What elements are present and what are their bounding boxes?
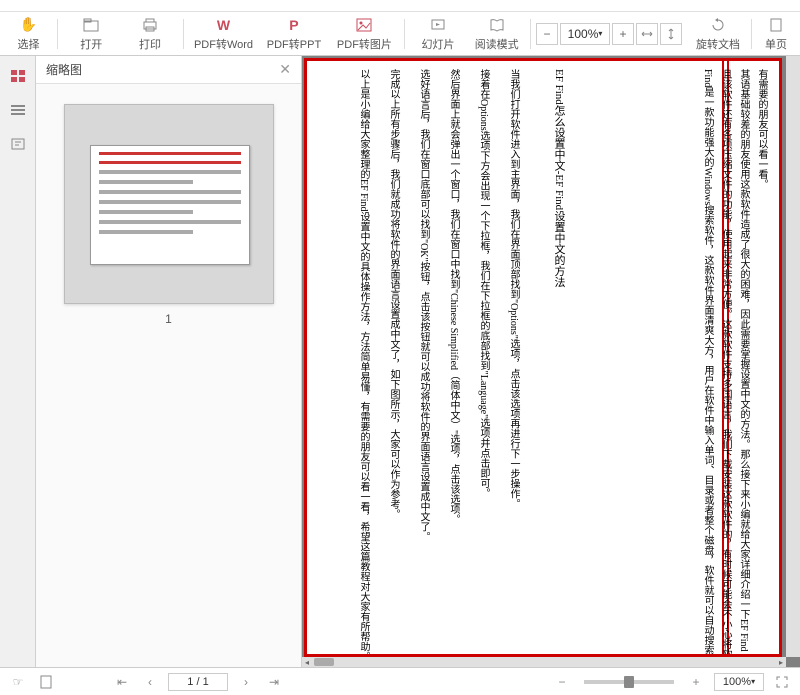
zoom-controls: − 100% ▾ + 旋转文档 单页 (535, 14, 796, 54)
thumbnail-title: 缩略图 (46, 61, 82, 78)
select-label: 选择 (17, 36, 39, 52)
doc-paragraph: 其语基础较差的朋友使用这款软件造成了很大的困难，因此需要掌握设置中文的方法。那么… (734, 69, 753, 652)
pdf-to-ppt-button[interactable]: P PDF转PPT (259, 14, 329, 54)
last-page-button[interactable]: ⇥ (264, 672, 284, 692)
fit-page-button[interactable] (660, 23, 682, 45)
top-cutoff-row (0, 0, 800, 12)
thumbnail-page-number: 1 (64, 312, 274, 326)
hand-icon: ✋ (20, 16, 37, 34)
page-indicator[interactable]: 1 / 1 (168, 673, 228, 691)
thumbnail-panel: 缩略图 ✕ 1 (36, 56, 302, 667)
prev-page-button[interactable]: ‹ (140, 672, 160, 692)
scroll-thumb[interactable] (314, 658, 334, 666)
reading-mode-button[interactable]: 阅读模式 (467, 14, 526, 54)
status-zoom-out[interactable]: − (552, 672, 572, 692)
document-page: EF Find怎么设置中文-EF Find设置中文的方法 Find是一款功能强大… (304, 58, 782, 657)
page-thumbnail-1[interactable] (64, 104, 274, 304)
thumbnails-rail-button[interactable] (6, 64, 30, 88)
chevron-down-icon: ▾ (751, 677, 755, 686)
scroll-right-button[interactable]: ▸ (776, 657, 786, 667)
divider (183, 19, 184, 49)
toolbar: ✋ 选择 打开 打印 W PDF转Word P PDF转PPT PDF转图片 幻… (0, 12, 800, 56)
fit-width-button[interactable] (636, 23, 658, 45)
annotations-rail-button[interactable] (6, 132, 30, 156)
scroll-left-button[interactable]: ◂ (302, 657, 312, 667)
pdf-to-word-button[interactable]: W PDF转Word (188, 14, 258, 54)
zoom-slider-knob[interactable] (624, 676, 634, 688)
chevron-down-icon: ▾ (598, 29, 602, 38)
doc-step: 选好语言后，我们在窗口底部可以找到"OK"按钮，点击该按钮就可以成功将软件的界面… (414, 69, 433, 542)
vertical-scrollbar[interactable] (786, 56, 800, 657)
zoom-in-button[interactable]: + (612, 23, 634, 45)
status-zoom-level[interactable]: 100% ▾ (714, 673, 764, 691)
divider (751, 19, 752, 49)
print-button[interactable]: 打印 (121, 14, 180, 54)
doc-title: EF Find怎么设置中文-EF Find设置中文的方法 (548, 69, 569, 287)
zoom-level[interactable]: 100% ▾ (560, 23, 610, 45)
document-viewer[interactable]: EF Find怎么设置中文-EF Find设置中文的方法 Find是一款功能强大… (302, 56, 800, 667)
thumbnail-header: 缩略图 ✕ (36, 56, 301, 84)
doc-paragraph: Find是一款功能强大的Windows搜索软件，这款软件界面清爽大方，用户在软件… (698, 69, 717, 657)
doc-step: 以上是小编给大家整理的EF Find设置中文的具体操作方法，方法简单易懂，有需要… (354, 69, 373, 657)
slideshow-button[interactable]: 幻灯片 (409, 14, 468, 54)
status-layout-button[interactable] (36, 672, 56, 692)
zoom-slider[interactable] (584, 680, 674, 684)
zoom-out-button[interactable]: − (536, 23, 558, 45)
divider (57, 19, 58, 49)
word-icon: W (217, 16, 230, 34)
print-icon (142, 16, 158, 34)
fullscreen-button[interactable] (772, 672, 792, 692)
pdf-to-image-button[interactable]: PDF转图片 (329, 14, 399, 54)
image-icon (356, 16, 372, 34)
page-icon (770, 16, 782, 34)
close-panel-button[interactable]: ✕ (279, 61, 291, 78)
divider (530, 19, 531, 49)
doc-step: 完成以上所有步骤后，我们就成功将软件的界面语言设置成中文了，如下图所示，大家可以… (384, 69, 403, 519)
status-zoom-in[interactable]: + (686, 672, 706, 692)
doc-step: 然后界面上就会弹出一个窗口，我们在窗口中找到"Chinese Simplifie… (444, 69, 463, 524)
open-icon (83, 16, 99, 34)
single-page-button[interactable]: 单页 (756, 14, 796, 54)
horizontal-scrollbar[interactable]: ◂ ▸ (302, 657, 786, 667)
next-page-button[interactable]: › (236, 672, 256, 692)
rotate-icon (711, 16, 725, 34)
slides-icon (430, 16, 446, 34)
divider (404, 19, 405, 49)
doc-paragraph: 有需要的朋友可以看一看。 (752, 69, 771, 189)
open-button[interactable]: 打开 (62, 14, 121, 54)
cursor-tool[interactable]: ✋ 选择 (4, 14, 53, 54)
ppt-icon: P (289, 16, 298, 34)
status-bar: ☞ ⇤ ‹ 1 / 1 › ⇥ − + 100% ▾ (0, 667, 800, 695)
thumbnail-list: 1 (36, 84, 301, 667)
rotate-button[interactable]: 旋转文档 (689, 14, 747, 54)
thumbnail-page-preview (90, 145, 250, 265)
first-page-button[interactable]: ⇤ (112, 672, 132, 692)
main-area: 缩略图 ✕ 1 (0, 56, 800, 667)
book-icon (489, 16, 505, 34)
doc-step: 当我们打开软件进入到主界面，我们在界面顶部找到"Options"选项，点击该选项… (504, 69, 523, 509)
doc-paragraph: 且该软件还有各项压缩文件的功能，使用起来非常方便。这款软件支持多国语言，我们下载… (716, 69, 735, 657)
status-hand-button[interactable]: ☞ (8, 672, 28, 692)
side-rail (0, 56, 36, 667)
doc-step: 接着在Options选项下方会出现一个下拉框，我们在下拉框的底部找到"Langu… (474, 69, 493, 498)
outline-rail-button[interactable] (6, 98, 30, 122)
